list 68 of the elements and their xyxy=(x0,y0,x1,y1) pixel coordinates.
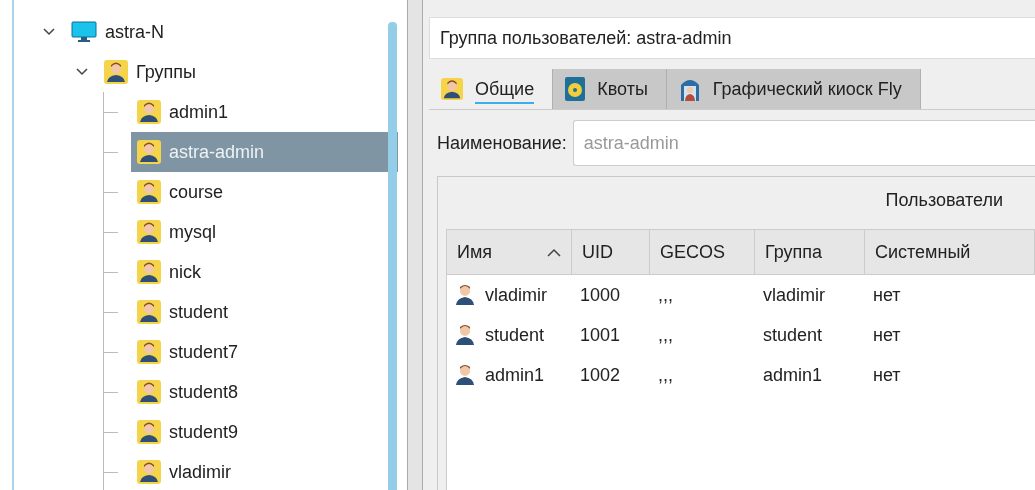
tree-item[interactable]: astra-N xyxy=(65,12,170,52)
tree-item[interactable]: admin1 xyxy=(131,92,235,132)
splitter-handle[interactable] xyxy=(407,0,423,490)
table-cell: admin1 xyxy=(485,364,545,386)
tree-branch-line xyxy=(103,332,118,372)
group-icon xyxy=(137,340,161,364)
chevron-icon[interactable] xyxy=(74,67,89,77)
group-icon xyxy=(137,220,161,244)
table-cell: ,,, xyxy=(658,324,673,346)
group-icon xyxy=(104,60,128,84)
group-icon xyxy=(137,180,161,204)
name-label: Наименование: xyxy=(437,132,567,154)
tab[interactable]: Графический киоск Fly xyxy=(666,69,921,109)
user-icon xyxy=(455,364,475,386)
column-header[interactable]: Группа xyxy=(755,230,865,274)
sort-ascending-icon xyxy=(547,247,561,257)
table-cell: vladimir xyxy=(763,284,825,306)
column-header[interactable]: UID xyxy=(572,230,650,274)
tree-item[interactable]: vladimir xyxy=(131,452,237,490)
table-cell: нет xyxy=(873,284,901,306)
tree-branch-line xyxy=(103,212,118,252)
user-icon xyxy=(441,78,463,100)
tree-item[interactable]: student9 xyxy=(131,412,245,452)
tree-branch-line xyxy=(103,412,118,452)
group-icon xyxy=(137,260,161,284)
user-icon xyxy=(455,324,475,346)
tree-branch-line xyxy=(103,172,118,212)
person-booth-icon xyxy=(678,77,701,101)
group-icon xyxy=(137,300,161,324)
group-icon xyxy=(137,100,161,124)
group-icon xyxy=(137,460,161,484)
tree-branch-line xyxy=(103,292,118,332)
table-cell: 1001 xyxy=(580,324,621,346)
table-cell: нет xyxy=(873,324,901,346)
table-cell: 1000 xyxy=(580,284,621,306)
groupbox-title: Пользователи xyxy=(885,189,1003,211)
tree-branch-line xyxy=(103,92,118,132)
tree-item[interactable]: mysql xyxy=(131,212,222,252)
tab[interactable]: Квоты xyxy=(553,69,667,109)
user-icon xyxy=(455,284,475,306)
column-header[interactable]: Системный xyxy=(865,230,1035,274)
chevron-icon[interactable] xyxy=(41,27,56,37)
tree-item[interactable]: student8 xyxy=(131,372,245,412)
group-icon xyxy=(137,140,161,164)
tree-branch-line xyxy=(103,452,118,490)
column-header[interactable]: Имя xyxy=(447,230,572,274)
group-title: Группа пользователей: astra-admin xyxy=(429,17,1035,59)
table-cell: student xyxy=(485,324,545,346)
tree-branch-line xyxy=(103,132,118,172)
table-cell: admin1 xyxy=(763,364,823,386)
table-cell: student xyxy=(763,324,823,346)
tree-item[interactable]: course xyxy=(131,172,230,212)
table-cell: ,,, xyxy=(658,284,673,306)
tree-branch-line xyxy=(103,372,118,412)
tree-item[interactable]: student7 xyxy=(131,332,245,372)
table-cell: ,,, xyxy=(658,364,673,386)
group-icon xyxy=(137,380,161,404)
table-cell: нет xyxy=(873,364,901,386)
tree-item[interactable]: student xyxy=(131,292,235,332)
tree-item[interactable]: nick xyxy=(131,252,207,292)
group-icon xyxy=(137,420,161,444)
scrollbar[interactable] xyxy=(388,22,398,490)
tree-branch-line xyxy=(103,252,118,292)
column-header[interactable]: GECOS xyxy=(650,230,755,274)
monitor-icon xyxy=(71,20,97,44)
table-cell: vladimir xyxy=(485,284,547,306)
table-cell: 1002 xyxy=(580,364,621,386)
tree-item[interactable]: Группы xyxy=(98,52,202,92)
